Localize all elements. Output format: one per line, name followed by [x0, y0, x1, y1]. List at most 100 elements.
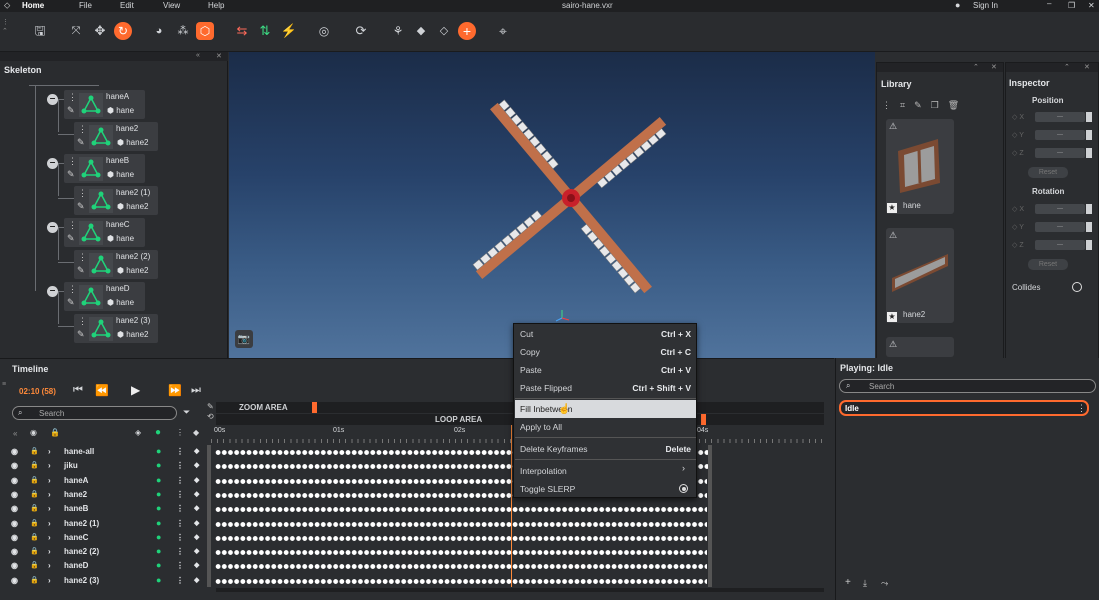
track-row[interactable]: ◉ 🔒 › hane2 (2) ● ⋮ ◆ [0, 545, 207, 559]
axis-stepper[interactable] [1086, 222, 1092, 232]
context-menu-item[interactable]: Delete Keyframes Delete [515, 440, 696, 458]
context-menu-item[interactable]: Paste Flipped Ctrl + Shift + V [515, 379, 696, 397]
skeleton-node[interactable]: ⋮ ✎ haneB ⬢ hane [64, 154, 145, 183]
menu-dots-icon[interactable]: ⋮ [68, 220, 77, 231]
menu-dots-icon[interactable]: ⋮ [176, 461, 184, 470]
nodes-icon[interactable]: ⁂ [174, 22, 192, 40]
zoom-handle[interactable] [312, 402, 317, 413]
menu-dots-icon[interactable]: ⋮ [176, 533, 184, 542]
expand-icon[interactable]: › [48, 561, 51, 570]
lock-icon[interactable]: 🔒 [30, 547, 39, 555]
eye-icon[interactable]: ◉ [11, 447, 18, 456]
play-icon[interactable]: ▶ [131, 383, 140, 397]
cube-icon[interactable]: ⬡ [196, 22, 214, 40]
lock-icon[interactable]: 🔒 [30, 576, 39, 584]
animation-item-idle[interactable]: Idle ⋮ [839, 400, 1089, 416]
keyframe-strip[interactable] [215, 577, 707, 585]
library-item[interactable]: ⚠ [886, 337, 954, 357]
menu-dots-icon[interactable]: ⋮ [68, 156, 77, 167]
collapse-node-icon[interactable]: – [47, 94, 58, 105]
target-icon[interactable]: ⌖ [494, 22, 512, 40]
keyframe-icon[interactable]: ◆ [194, 561, 199, 569]
track-search-input[interactable]: ⌕ Search [12, 406, 177, 420]
eye-icon[interactable]: ◉ [11, 476, 18, 485]
keyframe-icon[interactable]: ◆ [194, 504, 199, 512]
keyframe-icon[interactable]: ◆ [194, 476, 199, 484]
context-menu-item[interactable]: Apply to All [515, 418, 696, 436]
menu-file[interactable]: File [79, 1, 92, 10]
eye-icon[interactable]: ◉ [11, 490, 18, 499]
menu-dots-icon[interactable]: ⋮ [176, 490, 184, 499]
import-icon[interactable]: ⤓ [863, 578, 867, 589]
keyframe-strip[interactable] [215, 549, 707, 557]
track-row[interactable]: ◉ 🔒 › hane2 ● ⋮ ◆ [0, 488, 207, 502]
track-row[interactable]: ◉ 🔒 › haneA ● ⋮ ◆ [0, 474, 207, 488]
expand-icon[interactable]: › [48, 447, 51, 456]
flip-x-icon[interactable]: ⇆ [233, 22, 251, 40]
expand-icon[interactable]: › [48, 504, 51, 513]
crop-icon[interactable]: ⌗ [900, 100, 914, 110]
lock-icon[interactable]: 🔒 [30, 519, 39, 527]
close-panel-icon[interactable]: ✕ [991, 63, 997, 71]
bone-icon[interactable]: ◕ [150, 22, 168, 40]
eye-icon[interactable]: ◉ [11, 576, 18, 585]
skeleton-node[interactable]: ⋮ ✎ haneC ⬢ hane [64, 218, 145, 247]
pencil-icon[interactable]: ✎ [67, 297, 75, 308]
menu-dots-icon[interactable]: ⋮ [68, 92, 77, 103]
add-icon[interactable]: + [458, 22, 476, 40]
track-row[interactable]: ◉ 🔒 › hane2 (1) ● ⋮ ◆ [0, 517, 207, 531]
windmill-model[interactable] [229, 52, 875, 358]
menu-dots-icon[interactable]: ⋮ [176, 561, 184, 570]
hierarchy-icon[interactable]: ⚘ [389, 22, 407, 40]
export-icon[interactable]: ⤳ [881, 578, 888, 589]
axis-stepper[interactable] [1086, 148, 1092, 158]
rotate-icon[interactable]: ⟳ [352, 22, 370, 40]
sign-in-link[interactable]: Sign In [973, 1, 998, 10]
box-icon[interactable]: ◆ [412, 22, 430, 40]
axis-stepper[interactable] [1086, 204, 1092, 214]
track-scroll-left[interactable] [207, 445, 211, 587]
pencil-icon[interactable]: ✎ [77, 265, 85, 276]
expand-icon[interactable]: › [48, 490, 51, 499]
track-row[interactable]: ◉ 🔒 › hane-all ● ⋮ ◆ [0, 445, 207, 459]
menu-dots-icon[interactable]: ⋮ [176, 504, 184, 513]
menu-dots-icon[interactable]: ⋮ [176, 428, 184, 437]
fit-icon[interactable]: ⤧ [67, 22, 85, 40]
menu-edit[interactable]: Edit [120, 1, 134, 10]
track-row[interactable]: ◉ 🔒 › hane2 (3) ● ⋮ ◆ [0, 574, 207, 588]
context-menu-item[interactable]: Toggle SLERP [515, 480, 696, 498]
axis-field[interactable]: --- [1035, 130, 1085, 140]
context-menu-item[interactable]: Cut Ctrl + X [515, 325, 696, 343]
pencil-icon[interactable]: ✎ [77, 201, 85, 212]
lock-icon[interactable]: 🔒 [30, 533, 39, 541]
minimize-icon[interactable]: – [1047, 0, 1051, 8]
copy-icon[interactable]: ❐ [931, 100, 948, 110]
menu-dots-icon[interactable]: ⋮ [176, 576, 184, 585]
animation-search-input[interactable]: ⌕ Search [839, 379, 1096, 393]
menu-dots-icon[interactable]: ⋮ [1077, 403, 1086, 414]
collapse-icon[interactable]: ⌃ [973, 63, 979, 71]
menu-dots-icon[interactable]: ⋮ [176, 476, 184, 485]
flip-y-icon[interactable]: ⇅ [256, 22, 274, 40]
menu-help[interactable]: Help [208, 1, 224, 10]
camera-icon[interactable]: 📷 [235, 330, 253, 348]
keyframe-strip[interactable] [215, 563, 707, 571]
menu-dots-icon[interactable]: ⋮ [78, 124, 87, 135]
axis-stepper[interactable] [1086, 240, 1092, 250]
context-menu-item[interactable]: Fill Inbetween [515, 400, 696, 418]
trash-icon[interactable]: 🗑 [948, 100, 968, 110]
menu-dots-icon[interactable]: ⋮ [176, 547, 184, 556]
menu-dots-icon[interactable]: ⋮ [176, 447, 184, 456]
track-scroll-right[interactable] [708, 445, 712, 587]
track-row[interactable]: ◉ 🔒 › haneC ● ⋮ ◆ [0, 531, 207, 545]
track-row[interactable]: ◉ 🔒 › jiku ● ⋮ ◆ [0, 459, 207, 473]
skeleton-node[interactable]: ⋮ ✎ haneA ⬢ hane [64, 90, 145, 119]
skeleton-node[interactable]: ⋮ ✎ hane2 ⬢ hane2 [74, 122, 158, 151]
timeline-scrollbar[interactable] [216, 588, 824, 592]
close-panel-icon[interactable]: ✕ [1084, 63, 1090, 71]
rotation-reset-button[interactable]: Reset [1028, 259, 1068, 270]
keyframe-icon[interactable]: ◆ [194, 533, 199, 541]
keyframe-strip[interactable] [215, 534, 707, 542]
refresh-icon[interactable]: ↻ [114, 22, 132, 40]
lock-icon[interactable]: 🔒 [50, 428, 60, 437]
